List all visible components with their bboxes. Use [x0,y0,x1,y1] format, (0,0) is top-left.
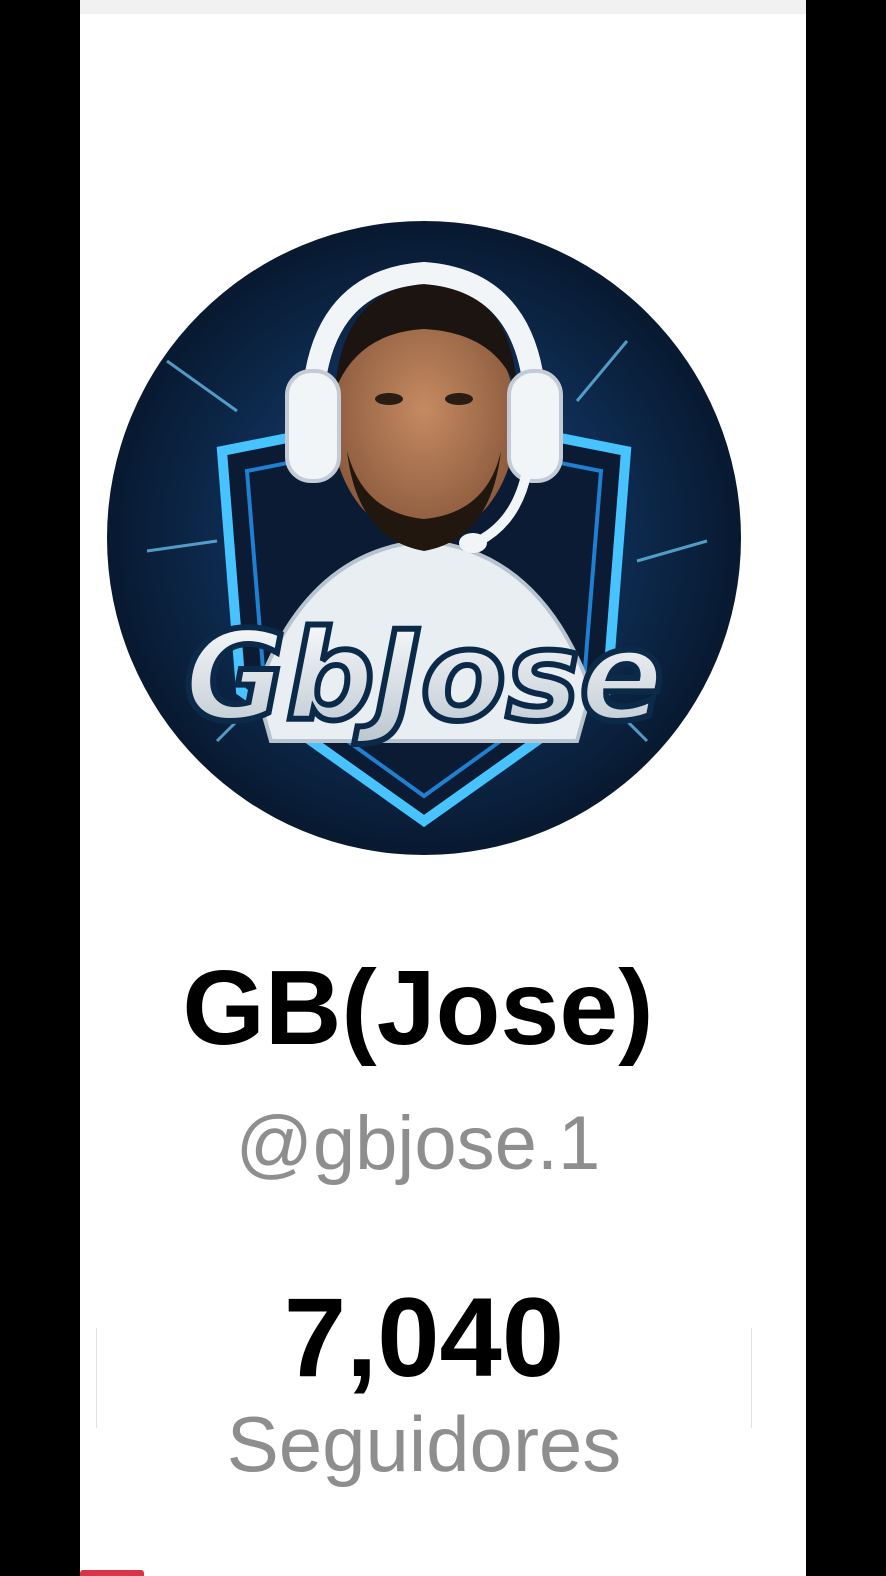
followers-stat[interactable]: 7,040 Seguidores [96,1275,752,1486]
avatar-image: GbJose [107,221,741,855]
profile-card: GbJose GB(Jose) @gbjose.1 7,040 Seguidor… [80,0,806,1576]
bottom-accent-bar [80,1570,144,1576]
followers-label: Seguidores [226,1400,622,1488]
top-strip [80,0,806,14]
display-name: GB(Jose) [182,949,654,1067]
username-handle: @gbjose.1 [235,1101,601,1186]
followers-count: 7,040 [283,1275,565,1400]
stat-divider [751,1328,752,1428]
avatar[interactable]: GbJose [107,221,741,855]
profile-screen: GbJose GB(Jose) @gbjose.1 7,040 Seguidor… [0,0,886,1576]
avatar-logo-text: GbJose [184,605,664,749]
